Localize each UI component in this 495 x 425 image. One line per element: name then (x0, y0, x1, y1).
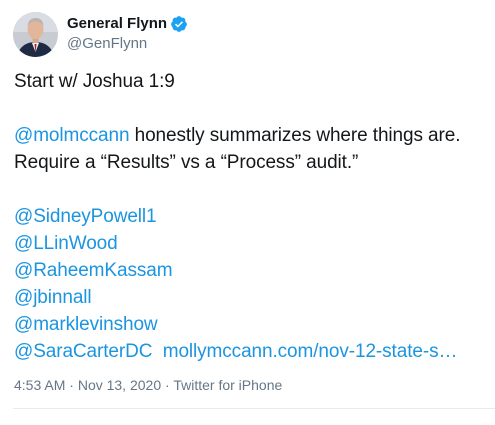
tweet-time[interactable]: 4:53 AM (14, 377, 65, 393)
tweet-line-2: @molmccann honestly summarizes where thi… (14, 122, 484, 149)
mention-link[interactable]: @marklevinshow (14, 314, 158, 335)
tweet-text: Start w/ Joshua 1:9 @molmccann honestly … (14, 68, 484, 365)
mention-line: @marklevinshow (14, 311, 484, 338)
mention-line: @LLinWood (14, 230, 484, 257)
tweet-header: General Flynn @GenFlynn (13, 12, 188, 57)
mention-line: @SidneyPowell1 (14, 203, 484, 230)
user-names: General Flynn @GenFlynn (67, 14, 188, 54)
tweet-meta: 4:53 AM · Nov 13, 2020 · Twitter for iPh… (14, 377, 282, 393)
mention-line: @RaheemKassam (14, 257, 484, 284)
tweet-source[interactable]: Twitter for iPhone (173, 377, 282, 393)
mention-link[interactable]: @SaraCarterDC (14, 341, 152, 362)
mention-link[interactable]: @RaheemKassam (14, 260, 173, 281)
tweet-text-span: honestly summarizes where things are. (129, 125, 461, 146)
tweet-line-3: Require a “Results” vs a “Process” audit… (14, 152, 359, 173)
mention-line: @jbinnall (14, 284, 484, 311)
meta-separator: · (161, 377, 174, 393)
tweet-card: General Flynn @GenFlynn Start w/ Joshua … (0, 0, 495, 425)
display-name-row[interactable]: General Flynn (67, 14, 188, 34)
mention-link[interactable]: @molmccann (14, 125, 130, 146)
meta-separator: · (65, 377, 78, 393)
external-url-link[interactable]: mollymccann.com/nov-12-state-s… (163, 341, 458, 362)
display-name[interactable]: General Flynn (67, 14, 167, 34)
mention-link[interactable]: @jbinnall (14, 287, 92, 308)
verified-badge-icon (170, 15, 188, 33)
avatar[interactable] (13, 12, 58, 57)
tweet-line-1: Start w/ Joshua 1:9 (14, 71, 175, 92)
tweet-date[interactable]: Nov 13, 2020 (78, 377, 161, 393)
user-handle[interactable]: @GenFlynn (67, 34, 188, 54)
divider (13, 408, 495, 409)
mention-link[interactable]: @SidneyPowell1 (14, 206, 157, 227)
mention-line: @SaraCarterDC mollymccann.com/nov-12-sta… (14, 338, 484, 365)
mention-link[interactable]: @LLinWood (14, 233, 118, 254)
